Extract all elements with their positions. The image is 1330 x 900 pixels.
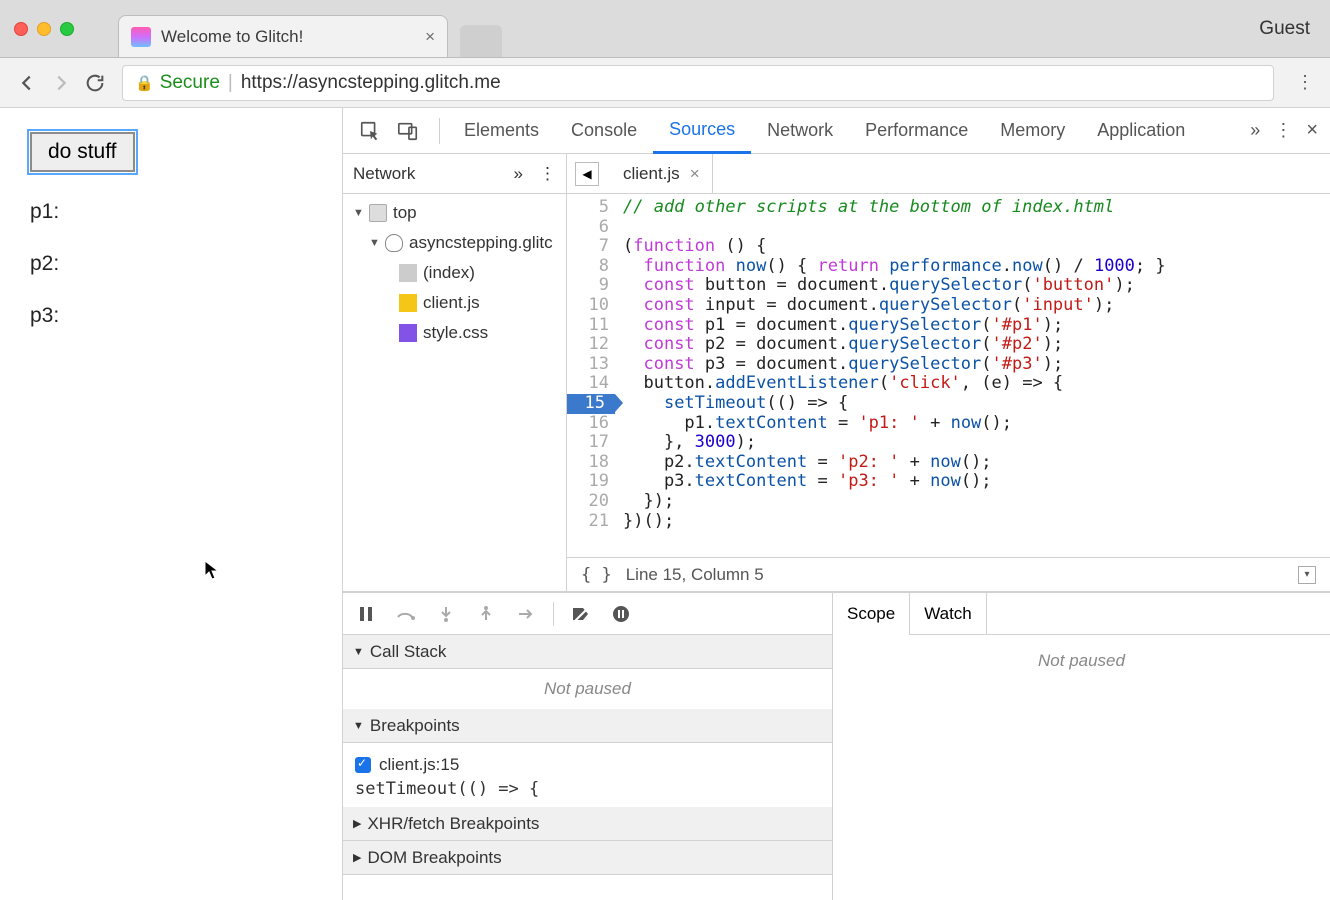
back-button[interactable] bbox=[10, 66, 44, 100]
secure-label: Secure bbox=[160, 72, 220, 94]
browser-menu-icon[interactable]: ⋮ bbox=[1290, 72, 1320, 93]
chevron-right-icon: ▶ bbox=[353, 817, 361, 830]
forward-button[interactable] bbox=[44, 66, 78, 100]
new-tab-button[interactable] bbox=[460, 25, 502, 57]
browser-toolbar: 🔒Secure | https://asyncstepping.glitch.m… bbox=[0, 58, 1330, 108]
do-stuff-button[interactable]: do stuff bbox=[30, 132, 135, 172]
devtools-close-icon[interactable]: × bbox=[1306, 119, 1318, 142]
xhr-breakpoints-header[interactable]: ▶ XHR/fetch Breakpoints bbox=[343, 807, 832, 841]
breakpoint-item[interactable]: client.js:15 bbox=[355, 751, 820, 779]
tab-console[interactable]: Console bbox=[555, 108, 653, 154]
callstack-header[interactable]: ▼ Call Stack bbox=[343, 635, 832, 669]
coverage-toggle-icon[interactable]: ▾ bbox=[1298, 566, 1316, 584]
guest-profile-label[interactable]: Guest bbox=[1259, 18, 1310, 40]
chevron-right-icon: ▶ bbox=[353, 851, 361, 864]
p2-label: p2: bbox=[30, 252, 312, 276]
lock-icon: 🔒 bbox=[135, 74, 154, 92]
webpage-area: do stuff p1: p2: p3: bbox=[0, 108, 343, 900]
pause-button[interactable] bbox=[353, 601, 379, 627]
tree-item-top[interactable]: ▼ top bbox=[343, 198, 566, 228]
breakpoint-preview: setTimeout(() => { bbox=[355, 779, 820, 799]
tree-item-stylecss[interactable]: style.css bbox=[343, 318, 566, 348]
tab-network[interactable]: Network bbox=[751, 108, 849, 154]
file-tab-clientjs[interactable]: client.js × bbox=[611, 154, 713, 194]
inspect-element-icon[interactable] bbox=[355, 116, 385, 146]
cursor-position: Line 15, Column 5 bbox=[626, 565, 764, 585]
step-button[interactable] bbox=[513, 601, 539, 627]
cloud-icon bbox=[385, 234, 403, 252]
chevron-down-icon: ▼ bbox=[353, 207, 363, 219]
navigator-tab-network[interactable]: Network bbox=[353, 164, 415, 184]
url-text: https://asyncstepping.glitch.me bbox=[241, 72, 501, 94]
tab-application[interactable]: Application bbox=[1081, 108, 1201, 154]
scope-empty-text: Not paused bbox=[1038, 651, 1125, 671]
divider bbox=[439, 118, 440, 144]
js-file-icon bbox=[399, 294, 417, 312]
chevron-down-icon: ▼ bbox=[353, 646, 364, 658]
tree-item-clientjs[interactable]: client.js bbox=[343, 288, 566, 318]
tab-performance[interactable]: Performance bbox=[849, 108, 984, 154]
tree-item-domain[interactable]: ▼ asyncstepping.glitc bbox=[343, 228, 566, 258]
breakpoint-checkbox[interactable] bbox=[355, 757, 371, 773]
devtools-menu-icon[interactable]: ⋮ bbox=[1274, 120, 1292, 141]
browser-titlebar: Welcome to Glitch! × Guest bbox=[0, 0, 1330, 58]
source-code[interactable]: // add other scripts at the bottom of in… bbox=[615, 194, 1330, 557]
tab-sources[interactable]: Sources bbox=[653, 108, 751, 154]
browser-tab[interactable]: Welcome to Glitch! × bbox=[118, 15, 448, 57]
watch-tab[interactable]: Watch bbox=[910, 593, 987, 635]
tab-elements[interactable]: Elements bbox=[448, 108, 555, 154]
dom-breakpoints-header[interactable]: ▶ DOM Breakpoints bbox=[343, 841, 832, 875]
more-nav-tabs-icon[interactable]: » bbox=[514, 164, 523, 184]
step-into-button[interactable] bbox=[433, 601, 459, 627]
sources-navigator: Network » ⋮ ▼ top ▼ bbox=[343, 154, 567, 591]
breakpoint-location: client.js:15 bbox=[379, 755, 459, 775]
close-file-icon[interactable]: × bbox=[690, 164, 700, 184]
more-tabs-icon[interactable]: » bbox=[1250, 120, 1260, 141]
window-zoom-button[interactable] bbox=[60, 22, 74, 36]
divider bbox=[553, 602, 554, 626]
nav-menu-icon[interactable]: ⋮ bbox=[539, 164, 556, 184]
css-file-icon bbox=[399, 324, 417, 342]
tree-item-index[interactable]: (index) bbox=[343, 258, 566, 288]
frame-icon bbox=[369, 204, 387, 222]
scope-pane: Scope Watch Not paused bbox=[833, 593, 1330, 900]
tab-memory[interactable]: Memory bbox=[984, 108, 1081, 154]
devtools-tabbar: Elements Console Sources Network Perform… bbox=[343, 108, 1330, 154]
step-over-button[interactable] bbox=[393, 601, 419, 627]
tab-close-icon[interactable]: × bbox=[425, 27, 435, 47]
deactivate-breakpoints-button[interactable] bbox=[568, 601, 594, 627]
chevron-down-icon: ▼ bbox=[353, 720, 364, 732]
p3-label: p3: bbox=[30, 304, 312, 328]
code-editor: ◀ client.js × 56789101112131415161718192… bbox=[567, 154, 1330, 591]
window-close-button[interactable] bbox=[14, 22, 28, 36]
toggle-navigator-icon[interactable]: ◀ bbox=[575, 162, 599, 186]
callstack-empty-text: Not paused bbox=[343, 669, 832, 709]
tab-favicon bbox=[131, 27, 151, 47]
pretty-print-icon[interactable]: { } bbox=[581, 565, 612, 585]
scope-tab[interactable]: Scope bbox=[833, 593, 910, 635]
tab-title: Welcome to Glitch! bbox=[161, 27, 425, 47]
step-out-button[interactable] bbox=[473, 601, 499, 627]
device-toggle-icon[interactable] bbox=[393, 116, 423, 146]
address-bar[interactable]: 🔒Secure | https://asyncstepping.glitch.m… bbox=[122, 65, 1274, 101]
p1-label: p1: bbox=[30, 200, 312, 224]
chevron-down-icon: ▼ bbox=[369, 237, 379, 249]
reload-button[interactable] bbox=[78, 66, 112, 100]
window-minimize-button[interactable] bbox=[37, 22, 51, 36]
devtools-panel: Elements Console Sources Network Perform… bbox=[343, 108, 1330, 900]
line-gutter[interactable]: 56789101112131415161718192021 bbox=[567, 194, 615, 557]
breakpoints-header[interactable]: ▼ Breakpoints bbox=[343, 709, 832, 743]
document-icon bbox=[399, 264, 417, 282]
debugger-pane: ▼ Call Stack Not paused ▼ Breakpoints cl… bbox=[343, 593, 833, 900]
pause-on-exceptions-button[interactable] bbox=[608, 601, 634, 627]
